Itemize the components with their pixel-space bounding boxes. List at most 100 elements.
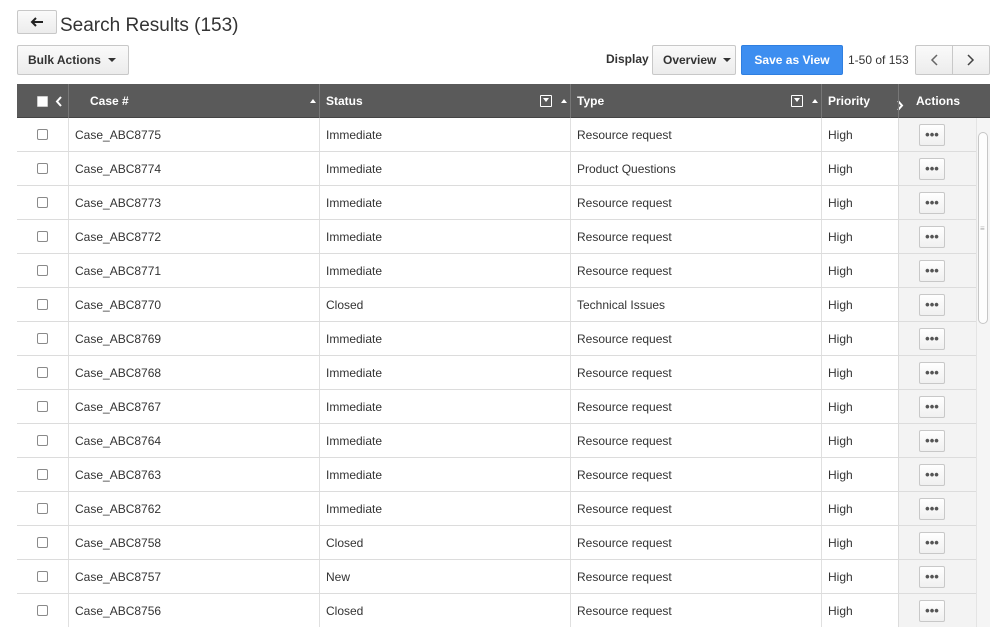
more-actions-button[interactable]: •••: [919, 429, 945, 452]
case-number-cell[interactable]: Case_ABC8767: [68, 390, 319, 424]
actions-cell: •••: [898, 186, 976, 220]
row-checkbox[interactable]: [37, 333, 48, 344]
column-header-type[interactable]: Type: [577, 84, 604, 118]
priority-cell: High: [821, 594, 898, 627]
priority-cell: High: [821, 560, 898, 594]
sort-asc-icon[interactable]: [561, 84, 567, 118]
more-actions-button[interactable]: •••: [919, 327, 945, 350]
case-number-cell[interactable]: Case_ABC8775: [68, 118, 319, 152]
row-checkbox[interactable]: [37, 605, 48, 616]
row-checkbox-cell: [17, 594, 68, 627]
table-row[interactable]: Case_ABC8773 Immediate Resource request Hig…: [17, 186, 990, 220]
table-row[interactable]: Case_ABC8762 Immediate Resource request Hig…: [17, 492, 990, 526]
case-number-cell[interactable]: Case_ABC8758: [68, 526, 319, 560]
actions-cell: •••: [898, 288, 976, 322]
table-row[interactable]: Case_ABC8768 Immediate Resource request Hig…: [17, 356, 990, 390]
case-number-cell[interactable]: Case_ABC8772: [68, 220, 319, 254]
scroll-columns-left-button[interactable]: [55, 84, 62, 118]
case-number-cell[interactable]: Case_ABC8763: [68, 458, 319, 492]
select-all-checkbox[interactable]: [37, 84, 48, 118]
type-cell: Resource request: [570, 560, 821, 594]
previous-page-button[interactable]: [916, 46, 953, 74]
next-page-button[interactable]: [953, 46, 989, 74]
actions-cell: •••: [898, 594, 976, 627]
status-filter-icon[interactable]: [540, 84, 552, 118]
arrow-left-icon: [30, 17, 43, 27]
caret-down-icon: [107, 58, 116, 62]
table-body: Case_ABC8775 Immediate Resource request Hig…: [17, 118, 990, 627]
more-actions-button[interactable]: •••: [919, 157, 945, 180]
type-cell: Resource request: [570, 356, 821, 390]
case-number-cell[interactable]: Case_ABC8756: [68, 594, 319, 627]
priority-cell: High: [821, 526, 898, 560]
more-actions-button[interactable]: •••: [919, 531, 945, 554]
case-number-cell[interactable]: Case_ABC8773: [68, 186, 319, 220]
more-actions-button[interactable]: •••: [919, 191, 945, 214]
more-actions-button[interactable]: •••: [919, 497, 945, 520]
column-header-case[interactable]: Case #: [90, 84, 129, 118]
more-actions-button[interactable]: •••: [919, 463, 945, 486]
table-row[interactable]: Case_ABC8763 Immediate Resource request Hig…: [17, 458, 990, 492]
row-checkbox[interactable]: [37, 401, 48, 412]
table-row[interactable]: Case_ABC8758 Closed Resource request High ••…: [17, 526, 990, 560]
sort-asc-icon[interactable]: [310, 84, 316, 118]
row-checkbox-cell: [17, 390, 68, 424]
more-actions-button[interactable]: •••: [919, 225, 945, 248]
row-checkbox[interactable]: [37, 299, 48, 310]
row-checkbox[interactable]: [37, 231, 48, 242]
table-row[interactable]: Case_ABC8769 Immediate Resource request Hig…: [17, 322, 990, 356]
priority-cell: High: [821, 424, 898, 458]
type-cell: Resource request: [570, 186, 821, 220]
display-select[interactable]: Overview: [652, 45, 736, 75]
table-row[interactable]: Case_ABC8774 Immediate Product Questions Hi…: [17, 152, 990, 186]
case-number-cell[interactable]: Case_ABC8769: [68, 322, 319, 356]
table-row[interactable]: Case_ABC8756 Closed Resource request High ••…: [17, 594, 990, 627]
sort-asc-icon[interactable]: [812, 84, 818, 118]
row-checkbox[interactable]: [37, 163, 48, 174]
table-row[interactable]: Case_ABC8764 Immediate Resource request Hig…: [17, 424, 990, 458]
more-actions-button[interactable]: •••: [919, 293, 945, 316]
row-checkbox[interactable]: [37, 129, 48, 140]
row-checkbox[interactable]: [37, 537, 48, 548]
more-actions-button[interactable]: •••: [919, 361, 945, 384]
case-number-cell[interactable]: Case_ABC8771: [68, 254, 319, 288]
more-actions-button[interactable]: •••: [919, 395, 945, 418]
bulk-actions-button[interactable]: Bulk Actions: [17, 45, 129, 75]
priority-cell: High: [821, 390, 898, 424]
row-checkbox[interactable]: [37, 571, 48, 582]
column-header-status[interactable]: Status: [326, 84, 363, 118]
row-checkbox[interactable]: [37, 197, 48, 208]
row-checkbox[interactable]: [37, 265, 48, 276]
table-header: Case # Status Type Priority Actions: [17, 84, 990, 118]
row-checkbox[interactable]: [37, 435, 48, 446]
case-number-cell[interactable]: Case_ABC8764: [68, 424, 319, 458]
case-number-cell[interactable]: Case_ABC8770: [68, 288, 319, 322]
table-row[interactable]: Case_ABC8775 Immediate Resource request Hig…: [17, 118, 990, 152]
table-row[interactable]: Case_ABC8771 Immediate Resource request Hig…: [17, 254, 990, 288]
row-checkbox[interactable]: [37, 469, 48, 480]
column-header-priority[interactable]: Priority: [828, 84, 870, 118]
type-filter-icon[interactable]: [791, 84, 803, 118]
more-actions-button[interactable]: •••: [919, 565, 945, 588]
actions-cell: •••: [898, 492, 976, 526]
more-actions-button[interactable]: •••: [919, 123, 945, 146]
row-checkbox[interactable]: [37, 503, 48, 514]
table-row[interactable]: Case_ABC8772 Immediate Resource request Hig…: [17, 220, 990, 254]
save-as-view-button[interactable]: Save as View: [741, 45, 843, 75]
row-checkbox-cell: [17, 254, 68, 288]
table-row[interactable]: Case_ABC8757 New Resource request High •••: [17, 560, 990, 594]
case-number-cell[interactable]: Case_ABC8768: [68, 356, 319, 390]
more-actions-button[interactable]: •••: [919, 599, 945, 622]
table-row[interactable]: Case_ABC8770 Closed Technical Issues High ••…: [17, 288, 990, 322]
table-row[interactable]: Case_ABC8767 Immediate Resource request Hig…: [17, 390, 990, 424]
back-button[interactable]: [17, 10, 57, 34]
more-actions-button[interactable]: •••: [919, 259, 945, 282]
priority-cell: High: [821, 288, 898, 322]
case-number-cell[interactable]: Case_ABC8774: [68, 152, 319, 186]
row-checkbox[interactable]: [37, 367, 48, 378]
case-number-cell[interactable]: Case_ABC8757: [68, 560, 319, 594]
actions-cell: •••: [898, 220, 976, 254]
case-number-cell[interactable]: Case_ABC8762: [68, 492, 319, 526]
chevron-left-icon: [930, 54, 938, 66]
type-cell: Resource request: [570, 492, 821, 526]
